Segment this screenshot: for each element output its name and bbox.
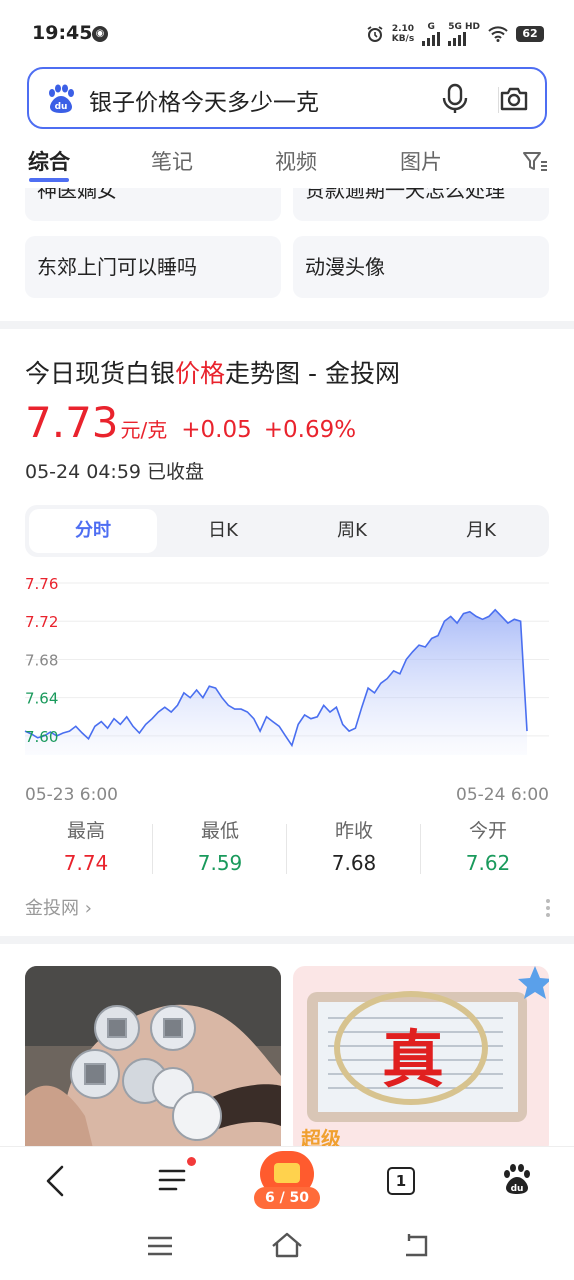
price-area bbox=[25, 609, 527, 755]
home-icon[interactable] bbox=[271, 1232, 303, 1258]
x-end-label: 05-24 6:00 bbox=[456, 785, 549, 805]
svg-text:du: du bbox=[511, 1184, 524, 1194]
y-tick-label: 7.60 bbox=[25, 728, 58, 746]
alarm-icon bbox=[367, 26, 383, 42]
stat-low: 最低 7.59 bbox=[197, 820, 243, 875]
wifi-icon bbox=[488, 26, 508, 42]
stat-open: 今开 7.62 bbox=[465, 820, 511, 875]
related-search-item[interactable]: 东郊上门可以睡吗 bbox=[25, 236, 281, 298]
silver-bracelet-image: 真 超级 bbox=[293, 966, 549, 1156]
search-box[interactable]: du 银子价格今天多少一克 bbox=[27, 67, 547, 129]
recents-icon[interactable] bbox=[147, 1236, 173, 1256]
image-result-coins[interactable] bbox=[25, 966, 281, 1156]
market-date: 05-24 04:59 已收盘 bbox=[25, 461, 205, 483]
signal-2-label: 5G HD bbox=[448, 22, 480, 46]
period-intraday-button[interactable]: 分时 bbox=[29, 509, 157, 553]
y-tick-label: 7.76 bbox=[25, 575, 58, 593]
x-start-label: 05-23 6:00 bbox=[25, 785, 118, 805]
baidu-home-icon[interactable]: du bbox=[502, 1163, 532, 1195]
filter-icon[interactable] bbox=[522, 150, 548, 174]
y-tick-label: 7.68 bbox=[25, 651, 58, 669]
battery-icon: 62 bbox=[516, 26, 544, 42]
y-tick-label: 7.64 bbox=[25, 690, 58, 708]
bottom-nav: 6 / 50 1 du bbox=[0, 1146, 574, 1216]
reward-counter: 6 / 50 bbox=[254, 1187, 320, 1209]
notification-dot bbox=[187, 1157, 196, 1166]
baidu-logo-icon: du bbox=[49, 84, 74, 113]
stat-prev-close: 昨收 7.68 bbox=[331, 820, 377, 875]
price-change-percent: +0.69% bbox=[263, 417, 357, 443]
related-search-item[interactable]: 动漫头像 bbox=[293, 236, 549, 298]
tab-videos[interactable]: 视频 bbox=[275, 146, 317, 176]
price-unit: 元/克 bbox=[120, 418, 168, 442]
signal-1-label: G bbox=[422, 22, 441, 46]
period-weekly-button[interactable]: 周K bbox=[288, 509, 416, 553]
stat-high: 最高 7.74 bbox=[63, 820, 109, 875]
system-nav bbox=[0, 1216, 574, 1280]
related-searches: 神医嫡女 贷款逾期一天怎么处理 东郊上门可以睡吗 动漫头像 bbox=[0, 175, 574, 325]
period-daily-button[interactable]: 日K bbox=[159, 509, 287, 553]
y-tick-label: 7.72 bbox=[25, 613, 58, 631]
search-input[interactable]: 银子价格今天多少一克 bbox=[89, 83, 319, 117]
more-options-icon[interactable] bbox=[545, 898, 551, 918]
image-result-bracelet[interactable]: 真 超级 bbox=[293, 966, 549, 1156]
menu-icon[interactable] bbox=[158, 1167, 186, 1193]
treasure-box-lid bbox=[274, 1163, 300, 1183]
price-row: 7.73 元/克 +0.05 +0.69% bbox=[25, 398, 356, 447]
price-chart: 7.76 7.72 7.68 7.64 7.60 05-23 6:00 05-24 6:… bbox=[24, 575, 549, 805]
status-icons: 2.10 KB/s G 5G HD 62 bbox=[366, 21, 544, 47]
net-speed: 2.10 KB/s bbox=[391, 24, 415, 44]
status-bar: 19:45 ◉ 2.10 KB/s G 5G HD 62 bbox=[0, 0, 574, 66]
reward-button[interactable]: 6 / 50 bbox=[254, 1151, 320, 1211]
svg-text:du: du bbox=[55, 102, 68, 112]
price-stats: 最高 7.74 最低 7.59 昨收 7.68 今开 7.62 bbox=[0, 816, 574, 882]
current-price: 7.73 bbox=[25, 398, 119, 447]
microphone-icon[interactable] bbox=[440, 83, 470, 115]
price-change: +0.05 bbox=[181, 417, 252, 443]
result-title[interactable]: 今日现货白银价格走势图 - 金投网 bbox=[25, 354, 400, 390]
image-overlay-text: 真 bbox=[382, 1023, 444, 1096]
system-back-icon[interactable] bbox=[401, 1234, 429, 1258]
result-tabs: 综合 笔记 视频 图片 bbox=[0, 138, 574, 188]
section-divider bbox=[0, 936, 574, 944]
back-icon[interactable] bbox=[44, 1165, 66, 1197]
silver-coins-image bbox=[25, 966, 281, 1156]
source-link[interactable]: 金投网 › bbox=[25, 894, 92, 920]
period-monthly-button[interactable]: 月K bbox=[417, 509, 545, 553]
tab-all[interactable]: 综合 bbox=[28, 146, 70, 176]
camera-icon[interactable] bbox=[499, 84, 529, 114]
notification-icon: ◉ bbox=[92, 26, 108, 42]
tab-images[interactable]: 图片 bbox=[400, 146, 442, 176]
status-time: 19:45 bbox=[32, 22, 93, 44]
section-divider bbox=[0, 321, 574, 329]
active-tab-indicator bbox=[29, 178, 69, 182]
tabs-count-icon[interactable]: 1 bbox=[387, 1167, 415, 1195]
tab-notes[interactable]: 笔记 bbox=[151, 146, 193, 176]
period-selector: 分时 日K 周K 月K bbox=[25, 505, 549, 557]
